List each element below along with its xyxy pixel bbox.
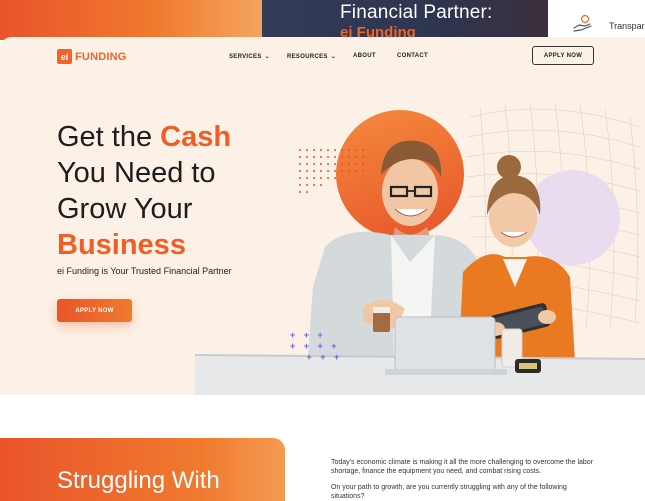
apply-now-hero-button[interactable]: APPLY NOW <box>57 299 132 322</box>
logo-mark: ei <box>57 49 72 64</box>
apply-now-header-button[interactable]: APPLY NOW <box>532 46 594 65</box>
background-panel-title: Financial Partner: <box>340 2 493 23</box>
nav-item-services[interactable]: SERVICES ⌄ <box>229 53 270 61</box>
headline-accent: Business <box>57 229 186 261</box>
logo-text: FUNDING <box>75 50 127 63</box>
hero-subtitle: ei Funding is Your Trusted Financial Par… <box>57 266 232 276</box>
hero-headline: Get the Cash You Need to Grow Your Busin… <box>57 119 297 263</box>
headline-text: You Need to <box>57 157 216 189</box>
section-paragraph: On your path to growth, are you currentl… <box>331 484 567 500</box>
website-mockup: ei FUNDING SERVICES ⌄ RESOURCES ⌄ ABOUT … <box>0 37 645 501</box>
chevron-down-icon: ⌄ <box>264 54 270 60</box>
background-panel-text: Transpare <box>609 21 645 31</box>
background-orange-panel <box>0 0 262 40</box>
section-paragraph: Today's economic climate is making it al… <box>331 459 594 475</box>
background-banner: Financial Partner: ei Funding Transpare <box>0 0 645 41</box>
section-title: Struggling With <box>57 467 220 494</box>
plus-pattern-decoration: + + + + + + + + + + <box>290 330 343 362</box>
hand-money-icon <box>573 14 592 32</box>
chevron-down-icon: ⌄ <box>330 54 337 60</box>
nav-item-contact[interactable]: CONTACT <box>397 53 428 59</box>
nav-item-resources[interactable]: RESOURCES ⌄ <box>287 53 337 61</box>
background-white-panel <box>548 0 645 40</box>
headline-text: Grow Your <box>57 193 193 225</box>
nav-item-about[interactable]: ABOUT <box>353 53 376 59</box>
logo[interactable]: ei FUNDING <box>57 49 127 64</box>
hero-section: ei FUNDING SERVICES ⌄ RESOURCES ⌄ ABOUT … <box>0 37 645 395</box>
headline-text: Get the <box>57 121 161 153</box>
headline-accent: Cash <box>160 121 232 153</box>
nav-label: SERVICES <box>229 53 262 60</box>
nav-label: RESOURCES <box>287 53 328 60</box>
